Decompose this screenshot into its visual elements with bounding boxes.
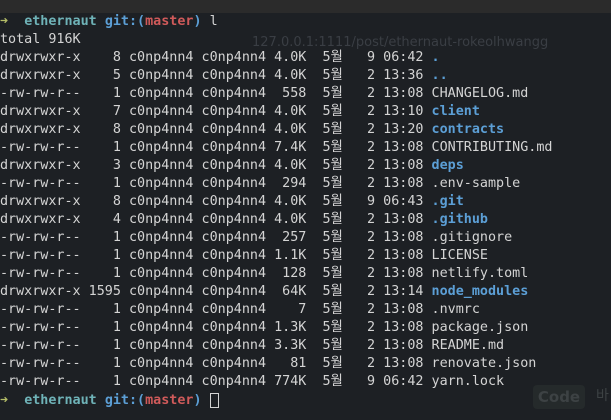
arrow-icon: ➜ — [0, 14, 9, 29]
branch-name: master — [145, 393, 194, 408]
file-name: .gitignore — [431, 230, 513, 245]
directory-name: contracts — [431, 122, 505, 137]
file-meta: drwxrwxr-x 1595 c0np4nn4 c0np4nn4 64K 5월… — [0, 284, 432, 299]
file-meta: -rw-rw-r-- 1 c0np4nn4 c0np4nn4 7 5월 2 13… — [0, 302, 432, 317]
file-row: drwxrwxr-x 8 c0np4nn4 c0np4nn4 4.0K 5월 9… — [0, 49, 440, 67]
file-row: -rw-rw-r-- 1 c0np4nn4 c0np4nn4 294 5월 2 … — [0, 175, 520, 193]
file-name: README.md — [431, 338, 505, 353]
file-row: -rw-rw-r-- 1 c0np4nn4 c0np4nn4 257 5월 2 … — [0, 229, 512, 247]
file-meta: drwxrwxr-x 7 c0np4nn4 c0np4nn4 4.0K 5월 2… — [0, 104, 432, 119]
file-row: -rw-rw-r-- 1 c0np4nn4 c0np4nn4 81 5월 2 1… — [0, 355, 536, 373]
file-name: renovate.json — [431, 356, 537, 371]
file-row: -rw-rw-r-- 1 c0np4nn4 c0np4nn4 3.3K 5월 2… — [0, 337, 504, 355]
terminal-cursor[interactable] — [209, 392, 219, 408]
file-row: drwxrwxr-x 3 c0np4nn4 c0np4nn4 4.0K 5월 2… — [0, 157, 464, 175]
file-row: -rw-rw-r-- 1 c0np4nn4 c0np4nn4 1.3K 5월 2… — [0, 319, 528, 337]
file-name: .nvmrc — [431, 302, 480, 317]
file-row: drwxrwxr-x 5 c0np4nn4 c0np4nn4 4.0K 5월 2… — [0, 67, 448, 85]
git-label: git:( — [104, 14, 146, 29]
file-row: -rw-rw-r-- 1 c0np4nn4 c0np4nn4 1.1K 5월 2… — [0, 247, 488, 265]
file-name: LICENSE — [431, 248, 488, 263]
file-row: drwxrwxr-x 8 c0np4nn4 c0np4nn4 4.0K 5월 2… — [0, 121, 504, 139]
file-name: .env-sample — [431, 176, 521, 191]
file-row: drwxrwxr-x 4 c0np4nn4 c0np4nn4 4.0K 5월 2… — [0, 211, 488, 229]
file-name: yarn.lock — [431, 374, 505, 389]
file-row: -rw-rw-r-- 1 c0np4nn4 c0np4nn4 128 5월 2 … — [0, 265, 528, 283]
branch-name: master — [145, 14, 194, 29]
git-close: ) — [193, 393, 202, 408]
repo-name: ethernaut — [24, 393, 97, 408]
window-top-bar — [0, 0, 611, 14]
file-meta: -rw-rw-r-- 1 c0np4nn4 c0np4nn4 558 5월 2 … — [0, 86, 432, 101]
file-name: CHANGELOG.md — [431, 86, 529, 101]
file-row: drwxrwxr-x 8 c0np4nn4 c0np4nn4 4.0K 5월 9… — [0, 193, 464, 211]
file-row: -rw-rw-r-- 1 c0np4nn4 c0np4nn4 7 5월 2 13… — [0, 301, 480, 319]
file-row: -rw-rw-r-- 1 c0np4nn4 c0np4nn4 7.4K 5월 2… — [0, 139, 552, 157]
file-meta: -rw-rw-r-- 1 c0np4nn4 c0np4nn4 1.1K 5월 2… — [0, 248, 432, 263]
file-meta: drwxrwxr-x 8 c0np4nn4 c0np4nn4 4.0K 5월 9… — [0, 50, 432, 65]
file-meta: -rw-rw-r-- 1 c0np4nn4 c0np4nn4 1.3K 5월 2… — [0, 320, 432, 335]
arrow-icon: ➜ — [0, 393, 9, 408]
prompt-line: ➜ ethernaut git:(master) l — [0, 13, 218, 31]
file-meta: drwxrwxr-x 3 c0np4nn4 c0np4nn4 4.0K 5월 2… — [0, 158, 432, 173]
file-name: package.json — [431, 320, 529, 335]
command: l — [209, 14, 218, 29]
file-meta: -rw-rw-r-- 1 c0np4nn4 c0np4nn4 128 5월 2 … — [0, 266, 432, 281]
file-meta: -rw-rw-r-- 1 c0np4nn4 c0np4nn4 3.3K 5월 2… — [0, 338, 432, 353]
file-meta: drwxrwxr-x 8 c0np4nn4 c0np4nn4 4.0K 5월 2… — [0, 122, 432, 137]
total-line: total 916K — [0, 32, 81, 47]
file-meta: -rw-rw-r-- 1 c0np4nn4 c0np4nn4 257 5월 2 … — [0, 230, 432, 245]
repo-name: ethernaut — [24, 14, 97, 29]
file-meta: -rw-rw-r-- 1 c0np4nn4 c0np4nn4 294 5월 2 … — [0, 176, 432, 191]
ghost-code-button: Code — [533, 385, 585, 409]
file-meta: -rw-rw-r-- 1 c0np4nn4 c0np4nn4 7.4K 5월 2… — [0, 140, 432, 155]
git-close: ) — [193, 14, 202, 29]
file-row: -rw-rw-r-- 1 c0np4nn4 c0np4nn4 774K 5월 9… — [0, 373, 504, 391]
file-meta: -rw-rw-r-- 1 c0np4nn4 c0np4nn4 81 5월 2 1… — [0, 356, 432, 371]
file-row: drwxrwxr-x 7 c0np4nn4 c0np4nn4 4.0K 5월 2… — [0, 103, 480, 121]
file-name: CONTRIBUTING.md — [431, 140, 553, 155]
file-meta: drwxrwxr-x 5 c0np4nn4 c0np4nn4 4.0K 5월 2… — [0, 68, 432, 83]
directory-name: .. — [431, 68, 448, 83]
file-name: netlify.toml — [431, 266, 529, 281]
directory-name: deps — [431, 158, 464, 173]
file-row: -rw-rw-r-- 1 c0np4nn4 c0np4nn4 558 5월 2 … — [0, 85, 528, 103]
file-row: drwxrwxr-x 1595 c0np4nn4 c0np4nn4 64K 5월… — [0, 283, 528, 301]
directory-name: .git — [431, 194, 464, 209]
directory-name: .github — [431, 212, 488, 227]
prompt-line: ➜ ethernaut git:(master) — [0, 392, 219, 410]
directory-name: node_modules — [431, 284, 529, 299]
file-meta: -rw-rw-r-- 1 c0np4nn4 c0np4nn4 774K 5월 9… — [0, 374, 432, 389]
ghost-text: 바 — [596, 388, 609, 404]
file-meta: drwxrwxr-x 8 c0np4nn4 c0np4nn4 4.0K 5월 9… — [0, 194, 432, 209]
git-label: git:( — [104, 393, 146, 408]
directory-name: . — [431, 50, 440, 65]
directory-name: client — [431, 104, 480, 119]
ghost-browser-url: 127.0.0.1:1111/post/ethernaut-rokeolhwan… — [252, 35, 549, 50]
file-meta: drwxrwxr-x 4 c0np4nn4 c0np4nn4 4.0K 5월 2… — [0, 212, 432, 227]
